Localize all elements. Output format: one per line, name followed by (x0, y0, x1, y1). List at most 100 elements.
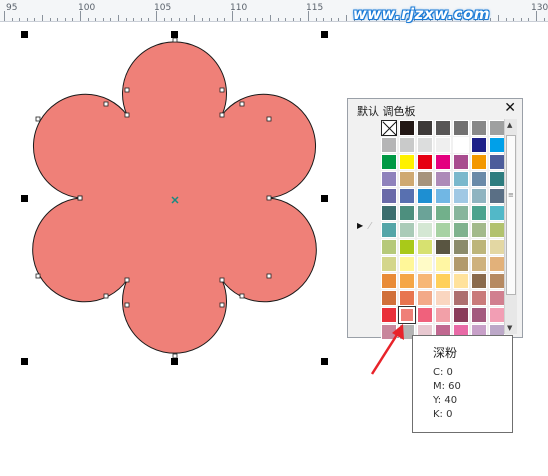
color-swatch[interactable] (471, 222, 487, 238)
color-swatch[interactable] (399, 239, 415, 255)
shape-node[interactable] (124, 87, 130, 93)
color-swatch[interactable] (435, 256, 451, 272)
color-swatch[interactable] (453, 290, 469, 306)
color-swatch[interactable] (381, 324, 397, 339)
color-swatch[interactable] (471, 273, 487, 289)
color-swatch[interactable] (489, 205, 505, 221)
color-swatch[interactable] (381, 307, 397, 323)
shape-node[interactable] (266, 116, 272, 122)
color-swatch[interactable] (489, 137, 505, 153)
color-swatch[interactable] (435, 120, 451, 136)
no-fill-swatch[interactable] (381, 120, 397, 136)
color-swatch[interactable] (399, 137, 415, 153)
color-swatch[interactable] (399, 154, 415, 170)
color-swatch[interactable] (489, 239, 505, 255)
eyedropper-icon[interactable]: ⁄ (369, 221, 371, 232)
color-swatch[interactable] (471, 171, 487, 187)
selection-handle-right[interactable] (321, 195, 328, 202)
scroll-thumb[interactable]: ≡ (506, 135, 516, 295)
color-swatch[interactable] (417, 273, 433, 289)
color-swatch[interactable] (489, 273, 505, 289)
color-swatch[interactable] (381, 171, 397, 187)
shape-node[interactable] (35, 273, 41, 279)
color-swatch[interactable] (399, 290, 415, 306)
palette-scrollbar[interactable]: ▲ ≡ ▼ (504, 119, 517, 334)
color-swatch[interactable] (381, 290, 397, 306)
color-swatch[interactable] (453, 188, 469, 204)
shape-node[interactable] (266, 195, 272, 201)
color-swatch[interactable] (453, 154, 469, 170)
color-swatch[interactable] (435, 171, 451, 187)
color-swatch[interactable] (489, 171, 505, 187)
color-swatch[interactable] (453, 222, 469, 238)
shape-node[interactable] (219, 112, 225, 118)
color-swatch[interactable] (489, 120, 505, 136)
shape-node[interactable] (219, 302, 225, 308)
color-swatch[interactable] (417, 222, 433, 238)
color-swatch[interactable] (471, 154, 487, 170)
color-swatch[interactable] (435, 239, 451, 255)
color-swatch[interactable] (381, 154, 397, 170)
shape-node[interactable] (219, 87, 225, 93)
color-swatch[interactable] (417, 188, 433, 204)
color-swatch[interactable] (489, 307, 505, 323)
color-swatch[interactable] (381, 239, 397, 255)
color-swatch[interactable] (399, 120, 415, 136)
color-swatch[interactable] (435, 290, 451, 306)
color-swatch[interactable] (381, 188, 397, 204)
color-swatch[interactable] (381, 273, 397, 289)
color-swatch[interactable] (489, 222, 505, 238)
color-swatch[interactable] (399, 205, 415, 221)
color-swatch[interactable] (399, 222, 415, 238)
color-swatch[interactable] (435, 188, 451, 204)
color-swatch[interactable] (399, 188, 415, 204)
color-swatch[interactable] (399, 171, 415, 187)
color-swatch[interactable] (489, 154, 505, 170)
color-swatch[interactable] (453, 239, 469, 255)
selection-handle-left[interactable] (21, 195, 28, 202)
color-swatch[interactable] (453, 307, 469, 323)
shape-node[interactable] (124, 112, 130, 118)
color-swatch[interactable] (435, 222, 451, 238)
color-swatch[interactable] (471, 137, 487, 153)
shape-node[interactable] (239, 293, 245, 299)
color-swatch[interactable] (417, 171, 433, 187)
shape-node[interactable] (266, 273, 272, 279)
flower-outline[interactable] (32, 41, 317, 354)
shape-node[interactable] (77, 195, 83, 201)
color-swatch[interactable] (435, 273, 451, 289)
color-swatch[interactable] (381, 222, 397, 238)
color-swatch[interactable] (417, 290, 433, 306)
scroll-up-icon[interactable]: ▲ (507, 121, 512, 129)
color-swatch[interactable] (399, 256, 415, 272)
color-swatch[interactable] (381, 256, 397, 272)
close-icon[interactable]: ✕ (504, 100, 516, 116)
shape-node[interactable] (219, 277, 225, 283)
color-swatch[interactable] (417, 239, 433, 255)
shape-node[interactable] (35, 116, 41, 122)
color-swatch[interactable] (381, 137, 397, 153)
color-swatch[interactable] (435, 154, 451, 170)
color-swatch-selected[interactable] (398, 306, 416, 324)
shape-node[interactable] (124, 302, 130, 308)
shape-node[interactable] (124, 277, 130, 283)
expand-arrow-icon[interactable]: ▶ (357, 221, 363, 230)
color-swatch[interactable] (489, 256, 505, 272)
color-swatch[interactable] (381, 205, 397, 221)
color-swatch[interactable] (417, 154, 433, 170)
color-swatch[interactable] (453, 273, 469, 289)
color-swatch[interactable] (417, 205, 433, 221)
shape-node[interactable] (239, 101, 245, 107)
color-swatch[interactable] (471, 205, 487, 221)
color-swatch[interactable] (435, 205, 451, 221)
color-swatch[interactable] (453, 137, 469, 153)
shape-node[interactable] (103, 101, 109, 107)
scroll-down-icon[interactable]: ▼ (507, 324, 512, 332)
selection-handle-top-left[interactable] (21, 31, 28, 38)
color-swatch[interactable] (489, 290, 505, 306)
color-swatch[interactable] (417, 307, 433, 323)
color-swatch[interactable] (471, 256, 487, 272)
selection-handle-top[interactable] (171, 31, 178, 38)
color-swatch[interactable] (471, 290, 487, 306)
color-swatch[interactable] (453, 256, 469, 272)
